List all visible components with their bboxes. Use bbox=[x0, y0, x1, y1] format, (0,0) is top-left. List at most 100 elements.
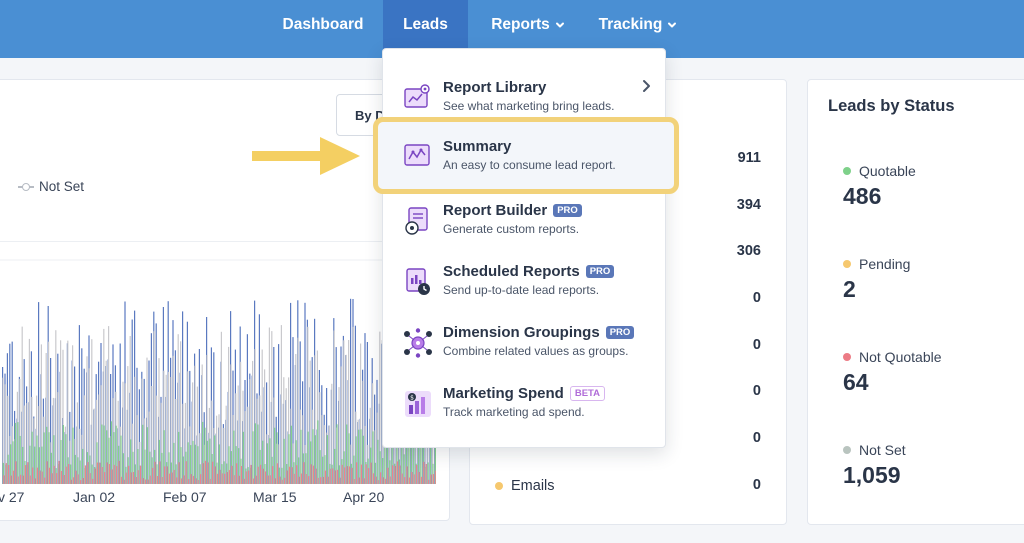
chart-bar bbox=[173, 469, 175, 484]
menu-item-dimension-groupings[interactable]: Dimension Groupings PRO Combine related v… bbox=[383, 322, 667, 382]
chart-bar bbox=[194, 444, 196, 484]
chart-bar bbox=[15, 461, 17, 484]
chart-bar bbox=[308, 476, 310, 484]
menu-item-desc: An easy to consume lead report. bbox=[443, 158, 616, 172]
chart-bar bbox=[233, 475, 235, 484]
chart-bar bbox=[255, 475, 257, 484]
chart-bar bbox=[147, 479, 149, 484]
scheduled-report-icon bbox=[406, 268, 430, 295]
summary-highlight[interactable]: Summary An easy to consume lead report. bbox=[373, 117, 679, 194]
menu-item-title: Marketing Spend BETA bbox=[443, 385, 606, 402]
chart-bar bbox=[168, 473, 170, 484]
chart-bar bbox=[353, 479, 355, 484]
nav-tracking[interactable]: Tracking bbox=[592, 0, 684, 50]
chart-bar bbox=[382, 477, 384, 484]
status-value-not-set: 1,059 bbox=[843, 462, 901, 488]
source-value: 394 bbox=[736, 197, 761, 213]
menu-item-title-text: Scheduled Reports bbox=[443, 263, 580, 280]
chart-bar bbox=[425, 464, 427, 484]
chart-bar bbox=[104, 472, 106, 484]
nav-leads[interactable]: Leads bbox=[383, 0, 468, 50]
menu-item-scheduled-reports[interactable]: Scheduled Reports PRO Send up-to-date lea… bbox=[383, 261, 667, 321]
chart-bar bbox=[220, 331, 222, 484]
leads-by-status-title: Leads by Status bbox=[828, 97, 955, 115]
chart-bar bbox=[214, 466, 216, 484]
chart-bar bbox=[281, 479, 283, 484]
chart-bar bbox=[140, 465, 142, 484]
chart-bar bbox=[389, 476, 391, 484]
chart-bar bbox=[358, 477, 360, 484]
nav-dashboard[interactable]: Dashboard bbox=[276, 0, 370, 50]
report-builder-icon bbox=[405, 207, 428, 235]
chart-bar bbox=[416, 465, 418, 484]
chart-bar bbox=[178, 462, 180, 484]
chart-bar bbox=[291, 467, 293, 484]
chart-bar bbox=[351, 467, 353, 484]
nav-reports[interactable]: Reports bbox=[478, 0, 578, 50]
x-tick-label: Feb 07 bbox=[163, 489, 207, 505]
chart-bar bbox=[408, 477, 410, 484]
chart-bar bbox=[365, 464, 367, 484]
chart-bar bbox=[46, 461, 48, 484]
chart-bar bbox=[135, 477, 137, 484]
chart-bar bbox=[284, 477, 286, 484]
chart-bar bbox=[317, 477, 319, 484]
menu-item-title: Report Library bbox=[443, 79, 547, 96]
chart-bar bbox=[231, 465, 233, 484]
menu-item-report-builder[interactable]: Report Builder PRO Generate custom report… bbox=[383, 200, 667, 260]
reports-dropdown-menu: Report Library See what marketing bring … bbox=[382, 48, 666, 448]
chart-bar bbox=[370, 462, 372, 484]
status-label-pending: Pending bbox=[843, 256, 910, 272]
chart-bar bbox=[384, 478, 386, 484]
status-value-quotable: 486 bbox=[843, 183, 882, 209]
source-value: 306 bbox=[736, 243, 761, 259]
chart-bar bbox=[34, 478, 36, 484]
chart-bar bbox=[92, 478, 94, 484]
chart-bar bbox=[161, 477, 163, 484]
chart-bar bbox=[252, 431, 254, 484]
status-label-not-quotable: Not Quotable bbox=[843, 349, 942, 365]
chart-bar bbox=[72, 427, 74, 484]
chart-bar bbox=[341, 464, 343, 484]
chart-bar bbox=[84, 465, 86, 484]
chart-bar bbox=[82, 478, 84, 484]
chart-bar bbox=[188, 479, 190, 484]
chart-bar bbox=[39, 470, 41, 484]
status-label-quotable: Quotable bbox=[843, 163, 916, 179]
source-value: 0 bbox=[752, 477, 761, 493]
chart-bar bbox=[360, 464, 362, 484]
chart-bar bbox=[70, 479, 72, 484]
legend-line-icon bbox=[18, 181, 34, 193]
chart-bar bbox=[195, 478, 197, 484]
chart-bar bbox=[142, 478, 144, 484]
beta-badge: BETA bbox=[569, 386, 606, 401]
menu-item-marketing-spend[interactable]: $ Marketing Spend BETA Track marketing ad… bbox=[383, 383, 667, 443]
chart-bar bbox=[368, 468, 370, 484]
chart-bar bbox=[428, 479, 430, 484]
legend-item-not-set[interactable]: Not Set bbox=[18, 179, 84, 194]
chart-bar bbox=[51, 473, 53, 484]
chart-bar bbox=[226, 472, 228, 484]
status-label-text: Pending bbox=[859, 256, 911, 272]
nav-leads-label: Leads bbox=[403, 16, 448, 33]
chart-bar bbox=[324, 470, 326, 484]
chart-bar bbox=[293, 473, 295, 484]
status-value-not-quotable: 64 bbox=[843, 369, 869, 395]
chart-bar bbox=[377, 480, 379, 484]
menu-item-title-text: Dimension Groupings bbox=[443, 324, 600, 341]
pro-badge: PRO bbox=[585, 265, 615, 278]
chart-bar bbox=[53, 465, 55, 484]
chart-bar bbox=[204, 460, 206, 484]
chart-bar bbox=[245, 471, 247, 484]
menu-item-title: Summary bbox=[443, 138, 512, 155]
chart-bar bbox=[267, 475, 269, 484]
chart-bar bbox=[17, 476, 19, 484]
chart-bar bbox=[137, 470, 139, 484]
chart-bar bbox=[303, 462, 305, 484]
chart-bar bbox=[274, 478, 276, 484]
chart-bar bbox=[329, 468, 331, 484]
emails-label: Emails bbox=[511, 478, 555, 494]
chart-bar bbox=[339, 477, 341, 484]
chart-bar bbox=[91, 339, 93, 484]
chart-bar bbox=[272, 466, 274, 484]
